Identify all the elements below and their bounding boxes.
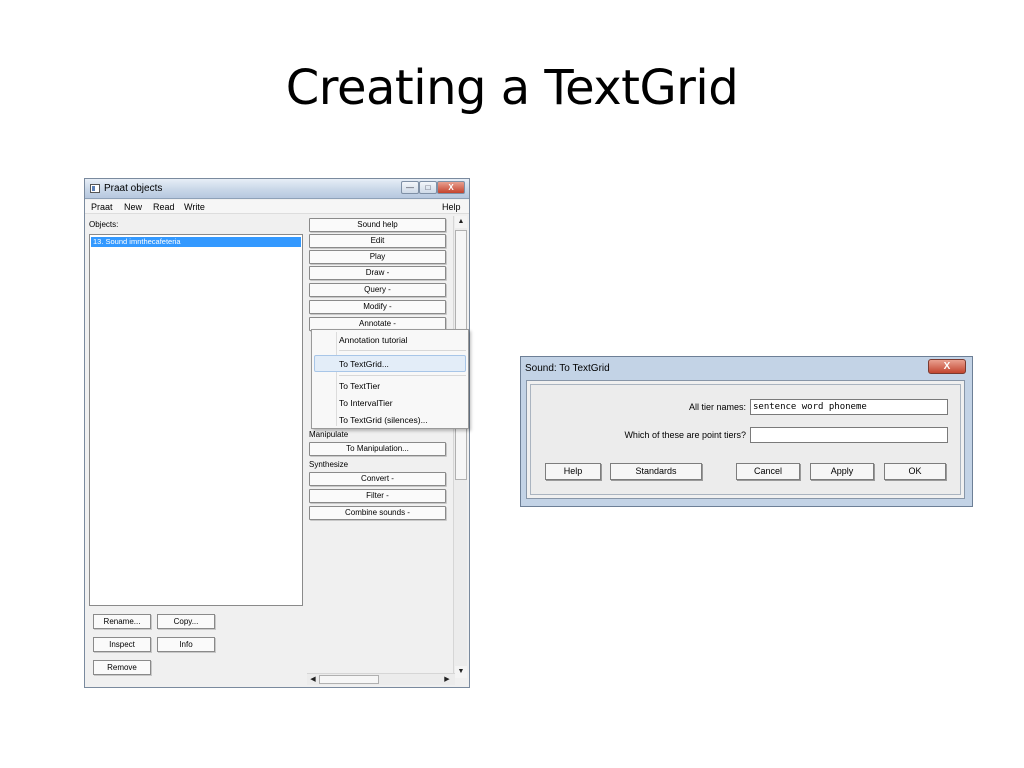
scroll-up-icon[interactable]: ▲ [455, 216, 467, 228]
point-tiers-label: Which of these are point tiers? [624, 430, 746, 440]
menu-praat[interactable]: Praat [91, 202, 113, 212]
draw-button[interactable]: Draw - [309, 266, 446, 280]
dialog-panel: All tier names: sentence word phoneme Wh… [530, 384, 961, 495]
play-button[interactable]: Play [309, 250, 446, 264]
to-textgrid-dialog: Sound: To TextGrid X All tier names: sen… [520, 356, 973, 507]
standards-button[interactable]: Standards [610, 463, 702, 480]
menu-item-to-texttier[interactable]: To TextTier [339, 381, 380, 391]
menu-separator [339, 375, 466, 376]
minimize-button[interactable]: — [401, 181, 419, 194]
rename-button[interactable]: Rename... [93, 614, 151, 629]
annotate-popup-menu: Annotation tutorial To TextGrid... To Te… [311, 329, 469, 429]
dialog-close-button[interactable]: X [928, 359, 966, 374]
point-tiers-input[interactable] [750, 427, 948, 443]
menu-new[interactable]: New [124, 202, 142, 212]
info-button[interactable]: Info [157, 637, 215, 652]
scroll-left-icon[interactable]: ◀ [307, 674, 319, 685]
dialog-title: Sound: To TextGrid [525, 363, 610, 374]
cancel-button[interactable]: Cancel [736, 463, 800, 480]
edit-button[interactable]: Edit [309, 234, 446, 248]
ok-button[interactable]: OK [884, 463, 946, 480]
scroll-down-icon[interactable]: ▼ [455, 666, 467, 678]
maximize-button[interactable]: □ [419, 181, 437, 194]
objects-list[interactable]: 13. Sound imnthecafeteria [89, 234, 303, 606]
filter-button[interactable]: Filter - [309, 489, 446, 503]
window-titlebar[interactable]: Praat objects — □ X [85, 179, 469, 199]
tier-names-label: All tier names: [688, 402, 746, 412]
praat-app-icon [90, 184, 100, 193]
hscroll-thumb[interactable] [319, 675, 379, 684]
menu-gutter [336, 332, 337, 426]
tier-names-input[interactable]: sentence word phoneme [750, 399, 948, 415]
menu-item-to-textgrid-silences[interactable]: To TextGrid (silences)... [339, 415, 428, 425]
vertical-scrollbar[interactable]: ▲ ▼ [453, 216, 467, 678]
close-button[interactable]: X [437, 181, 465, 194]
query-button[interactable]: Query - [309, 283, 446, 297]
praat-objects-window: Praat objects — □ X Praat New Read Write… [84, 178, 470, 688]
menu-highlight [314, 355, 466, 372]
menubar: Praat New Read Write Help [85, 200, 469, 214]
menu-write[interactable]: Write [184, 202, 205, 212]
slide-title: Creating a TextGrid [285, 60, 739, 116]
inspect-button[interactable]: Inspect [93, 637, 151, 652]
menu-item-to-intervaltier[interactable]: To IntervalTier [339, 398, 393, 408]
window-title: Praat objects [104, 183, 163, 194]
convert-button[interactable]: Convert - [309, 472, 446, 486]
combine-sounds-button[interactable]: Combine sounds - [309, 506, 446, 520]
copy-button[interactable]: Copy... [157, 614, 215, 629]
menu-read[interactable]: Read [153, 202, 175, 212]
menu-help[interactable]: Help [442, 202, 461, 212]
scroll-right-icon[interactable]: ▶ [441, 674, 453, 685]
modify-button[interactable]: Modify - [309, 300, 446, 314]
menu-item-to-textgrid[interactable]: To TextGrid... [339, 359, 389, 369]
manipulate-label: Manipulate [309, 430, 349, 439]
to-manipulation-button[interactable]: To Manipulation... [309, 442, 446, 456]
sound-help-button[interactable]: Sound help [309, 218, 446, 232]
horizontal-scrollbar[interactable]: ◀ ▶ [307, 673, 455, 685]
menu-separator [339, 350, 466, 351]
help-button[interactable]: Help [545, 463, 601, 480]
objects-label: Objects: [89, 220, 119, 229]
menu-item-annotation-tutorial[interactable]: Annotation tutorial [339, 335, 408, 345]
apply-button[interactable]: Apply [810, 463, 874, 480]
list-item-selected[interactable]: 13. Sound imnthecafeteria [91, 237, 301, 247]
synthesize-label: Synthesize [309, 460, 349, 469]
dialog-body: All tier names: sentence word phoneme Wh… [526, 380, 965, 499]
remove-button[interactable]: Remove [93, 660, 151, 675]
